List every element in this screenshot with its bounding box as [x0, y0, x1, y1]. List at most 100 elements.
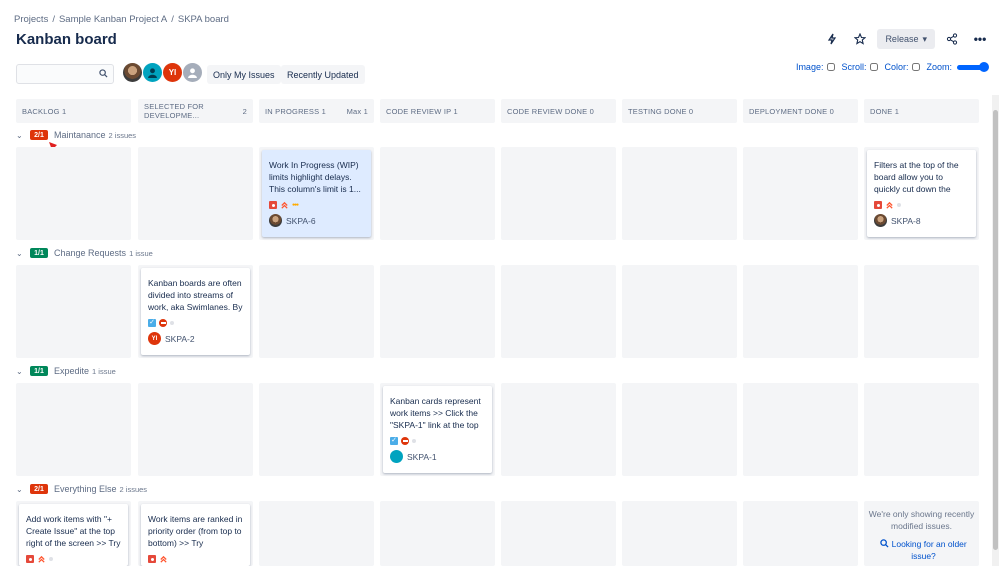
card-everything-else-2[interactable]: Work items are ranked in priority order …: [141, 504, 250, 566]
column-title: BACKLOG 1: [22, 106, 67, 116]
board-cell: [864, 265, 979, 358]
chevron-down-icon[interactable]: ⌄: [16, 131, 24, 140]
swimlane-header-everything-else[interactable]: ⌄ 2/1 Everything Else 2 issues: [16, 482, 147, 496]
card-summary: Kanban cards represent work items >> Cli…: [390, 396, 481, 430]
swimlane-count: 1 issue: [129, 248, 153, 258]
chevron-down-icon[interactable]: ⌄: [16, 249, 24, 258]
card-skpa-6[interactable]: Work In Progress (WIP) limits highlight …: [262, 150, 371, 237]
board-cell: [622, 383, 737, 476]
card-skpa-2[interactable]: Kanban boards are often divided into str…: [141, 268, 250, 355]
swimlane-header-change-requests[interactable]: ⌄ 1/1 Change Requests 1 issue: [16, 246, 153, 260]
lightning-icon[interactable]: [821, 28, 843, 50]
board-cell: [743, 383, 858, 476]
board-cell: [501, 147, 616, 240]
zoom-slider[interactable]: [957, 61, 989, 72]
avatar: [269, 214, 282, 227]
breadcrumb-projects[interactable]: Projects: [14, 14, 48, 25]
task-icon: ✓: [390, 437, 398, 445]
swimlane-name: Everything Else: [54, 484, 117, 494]
release-label: Release: [885, 34, 919, 44]
breadcrumb: Projects / Sample Kanban Project A / SKP…: [14, 14, 229, 25]
older-issues-message: We're only showing recently modified iss…: [868, 509, 975, 531]
header-actions: Release ▾ •••: [821, 28, 991, 50]
card-key[interactable]: SKPA-1: [407, 451, 437, 463]
wip-badge: 1/1: [30, 248, 48, 258]
page-title: Kanban board: [16, 31, 117, 48]
recently-updated-button[interactable]: Recently Updated: [281, 65, 365, 84]
column-count: 2: [242, 106, 247, 116]
card-everything-else-1[interactable]: Add work items with "+ Create Issue" at …: [19, 504, 128, 566]
share-icon[interactable]: [941, 28, 963, 50]
board-cell: [743, 501, 858, 566]
scrollbar-thumb[interactable]: [993, 110, 998, 550]
board-cell: Kanban boards are often divided into str…: [138, 265, 253, 358]
column-max: Max 1: [346, 106, 368, 116]
board-cell: [16, 147, 131, 240]
board-cell: [138, 383, 253, 476]
board-cell: [380, 147, 495, 240]
card-key[interactable]: SKPA-8: [891, 215, 921, 227]
board-cell: Work items are ranked in priority order …: [138, 501, 253, 566]
card-summary: Add work items with "+ Create Issue" at …: [26, 514, 121, 548]
avatar: [874, 214, 887, 227]
column-header-selected: SELECTED FOR DEVELOPME... 2: [138, 99, 253, 123]
card-key[interactable]: SKPA-2: [165, 333, 195, 345]
wip-badge: 1/1: [30, 366, 48, 376]
chevron-down-icon[interactable]: ⌄: [16, 485, 24, 494]
card-summary: Work items are ranked in priority order …: [148, 514, 243, 548]
column-title: SELECTED FOR DEVELOPME...: [144, 102, 204, 120]
board-cell: [380, 501, 495, 566]
avatar[interactable]: [143, 63, 162, 82]
card-skpa-1[interactable]: Kanban cards represent work items >> Cli…: [383, 386, 492, 473]
column-header-in-progress: IN PROGRESS 1 Max 1: [259, 99, 374, 123]
image-checkbox[interactable]: [827, 63, 836, 71]
wip-badge: 2/1: [30, 484, 48, 494]
avatar[interactable]: YI: [163, 63, 182, 82]
chevron-down-icon: ▾: [922, 33, 927, 44]
swimlane-count: 2 issues: [119, 484, 148, 494]
status-dot-icon: [897, 203, 901, 207]
card-key[interactable]: SKPA-6: [286, 215, 316, 227]
color-label: Color:: [884, 62, 909, 72]
avatar[interactable]: [183, 63, 202, 82]
status-dot-icon: [49, 557, 53, 561]
column-title: CODE REVIEW IP 1: [386, 106, 458, 116]
release-button[interactable]: Release ▾: [877, 29, 935, 49]
more-options-icon[interactable]: •••: [969, 28, 991, 50]
image-label: Image:: [795, 62, 824, 72]
card-summary: Work In Progress (WIP) limits highlight …: [269, 160, 361, 194]
column-title: CODE REVIEW DONE 0: [507, 106, 594, 116]
star-icon[interactable]: [849, 28, 871, 50]
board-cell: Add work items with "+ Create Issue" at …: [16, 501, 131, 566]
chevron-down-icon[interactable]: ⌄: [16, 367, 24, 376]
view-options: Image: Scroll: Color: Zoom:: [795, 61, 989, 72]
board-cell: [501, 501, 616, 566]
board-cell: We're only showing recently modified iss…: [864, 501, 979, 566]
search-icon: [880, 539, 889, 548]
breadcrumb-board[interactable]: SKPA board: [178, 14, 229, 25]
column-title: DONE 1: [870, 106, 900, 116]
assignee-filter: YI: [123, 63, 202, 82]
dots-icon: ●●●: [292, 202, 299, 208]
board-cell: [259, 265, 374, 358]
color-checkbox[interactable]: [912, 63, 921, 71]
swimlane-header-expedite[interactable]: ⌄ 1/1 Expedite 1 issue: [16, 364, 116, 378]
swimlane-name: Maintanance: [54, 130, 106, 140]
avatar[interactable]: [123, 63, 142, 82]
priority-highest-icon: [160, 555, 167, 563]
column-title: IN PROGRESS 1: [265, 106, 326, 116]
only-my-issues-button[interactable]: Only My Issues: [207, 65, 281, 84]
board-cell: [501, 265, 616, 358]
breadcrumb-project[interactable]: Sample Kanban Project A: [59, 14, 167, 25]
swimlane-name: Expedite: [54, 366, 90, 376]
board-cell: [622, 501, 737, 566]
column-header-backlog: BACKLOG 1: [16, 99, 131, 123]
status-dot-icon: [412, 439, 416, 443]
older-issues-link[interactable]: Looking for an older issue?: [872, 538, 975, 562]
board-cell: [864, 383, 979, 476]
search-input[interactable]: [16, 64, 114, 84]
card-skpa-8[interactable]: Filters at the top of the board allow yo…: [867, 150, 976, 237]
scroll-checkbox[interactable]: [870, 63, 879, 71]
zoom-label: Zoom:: [926, 62, 952, 72]
blocker-icon: [159, 319, 167, 327]
